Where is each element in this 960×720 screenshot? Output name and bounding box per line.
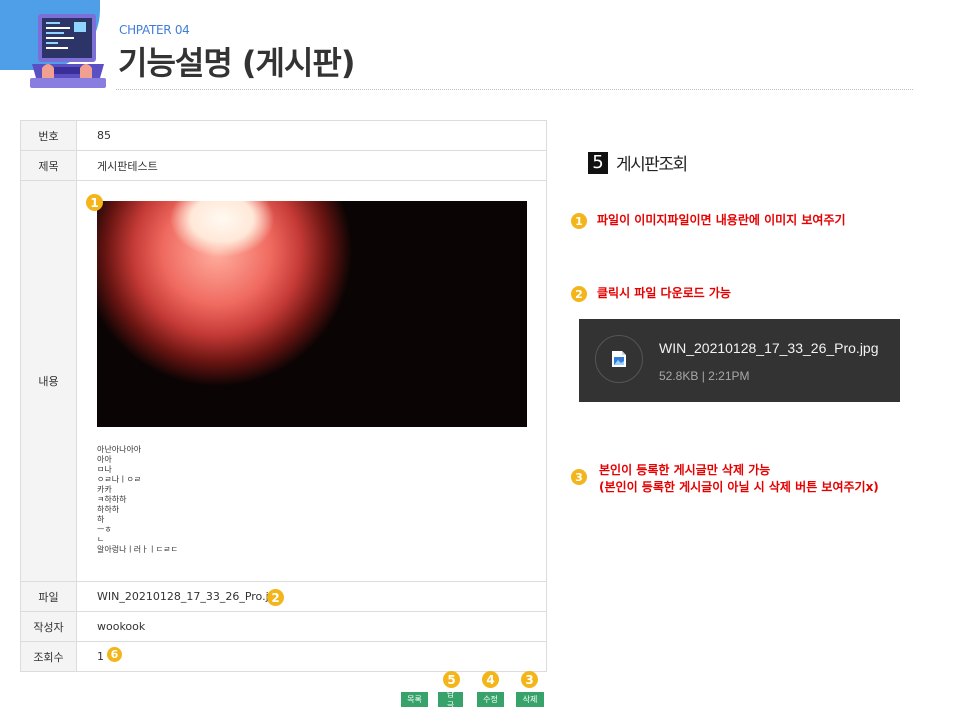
laptop-icon [30, 14, 106, 88]
row-content: 내용 아난아나아아 아아 ㅁ나 ㅇㄹ나ㅣㅇㄹ 카카 ㅋ하하하 하하하 하 ㅡㅎ … [21, 181, 546, 582]
note-2: 클릭시 파일 다운로드 가능 [597, 286, 731, 300]
download-card[interactable]: WIN_20210128_17_33_26_Pro.jpg 52.8KB | 2… [579, 319, 900, 402]
image-file-icon [612, 351, 626, 367]
list-button[interactable]: 목록 [401, 692, 428, 707]
note-badge-1: 1 [571, 213, 587, 229]
author-label: 작성자 [21, 612, 77, 641]
number-value: 85 [97, 129, 111, 142]
number-label: 번호 [21, 121, 77, 150]
callout-badge-6: 6 [107, 647, 122, 662]
row-subject: 제목 게시판테스트 [21, 151, 546, 181]
content-text: 아난아나아아 아아 ㅁ나 ㅇㄹ나ㅣㅇㄹ 카카 ㅋ하하하 하하하 하 ㅡㅎ ㄴ 알… [97, 445, 178, 554]
chapter-label: CHPATER 04 [119, 23, 190, 37]
download-file-name: WIN_20210128_17_33_26_Pro.jpg [659, 340, 879, 356]
views-label: 조회수 [21, 642, 77, 671]
reply-button[interactable]: 답글 [438, 690, 463, 710]
author-value: wookook [97, 620, 146, 633]
content-value: 아난아나아아 아아 ㅁ나 ㅇㄹ나ㅣㅇㄹ 카카 ㅋ하하하 하하하 하 ㅡㅎ ㄴ 알… [77, 181, 546, 581]
row-author: 작성자 wookook [21, 612, 546, 642]
callout-badge-1: 1 [86, 194, 103, 211]
callout-badge-3: 3 [521, 671, 538, 688]
header-divider [116, 89, 913, 90]
callout-badge-2: 2 [267, 589, 284, 606]
views-value: 1 [97, 650, 104, 663]
download-file-meta: 52.8KB | 2:21PM [659, 369, 750, 383]
callout-badge-5: 5 [443, 671, 460, 688]
row-views: 조회수 1 [21, 642, 546, 671]
section-number: 5 [588, 151, 608, 174]
note-3-line-2: (본인이 등록한 게시글이 아닐 시 삭제 버튼 보여주기x) [599, 480, 879, 494]
note-3-line-1: 본인이 등록한 게시글만 삭제 가능 [599, 463, 771, 477]
file-icon-circle [595, 335, 643, 383]
note-badge-3: 3 [571, 469, 587, 485]
callout-badge-4: 4 [482, 671, 499, 688]
file-download-link[interactable]: WIN_20210128_17_33_26_Pro.jpg [97, 590, 283, 603]
note-1: 파일이 이미지파일이면 내용란에 이미지 보여주기 [597, 213, 846, 227]
section-heading: 5 게시판조회 [588, 150, 688, 175]
file-cell: WIN_20210128_17_33_26_Pro.jpg [77, 582, 546, 611]
subject-label: 제목 [21, 151, 77, 180]
content-label: 내용 [21, 181, 77, 581]
page-title: 기능설명 (게시판) [118, 44, 355, 82]
section-title: 게시판조회 [616, 155, 688, 175]
file-label: 파일 [21, 582, 77, 611]
subject-value: 게시판테스트 [97, 159, 158, 173]
note-badge-2: 2 [571, 286, 587, 302]
edit-button[interactable]: 수정 [477, 692, 504, 707]
row-number: 번호 85 [21, 121, 546, 151]
delete-button[interactable]: 삭제 [516, 692, 544, 707]
attached-image [97, 201, 527, 427]
